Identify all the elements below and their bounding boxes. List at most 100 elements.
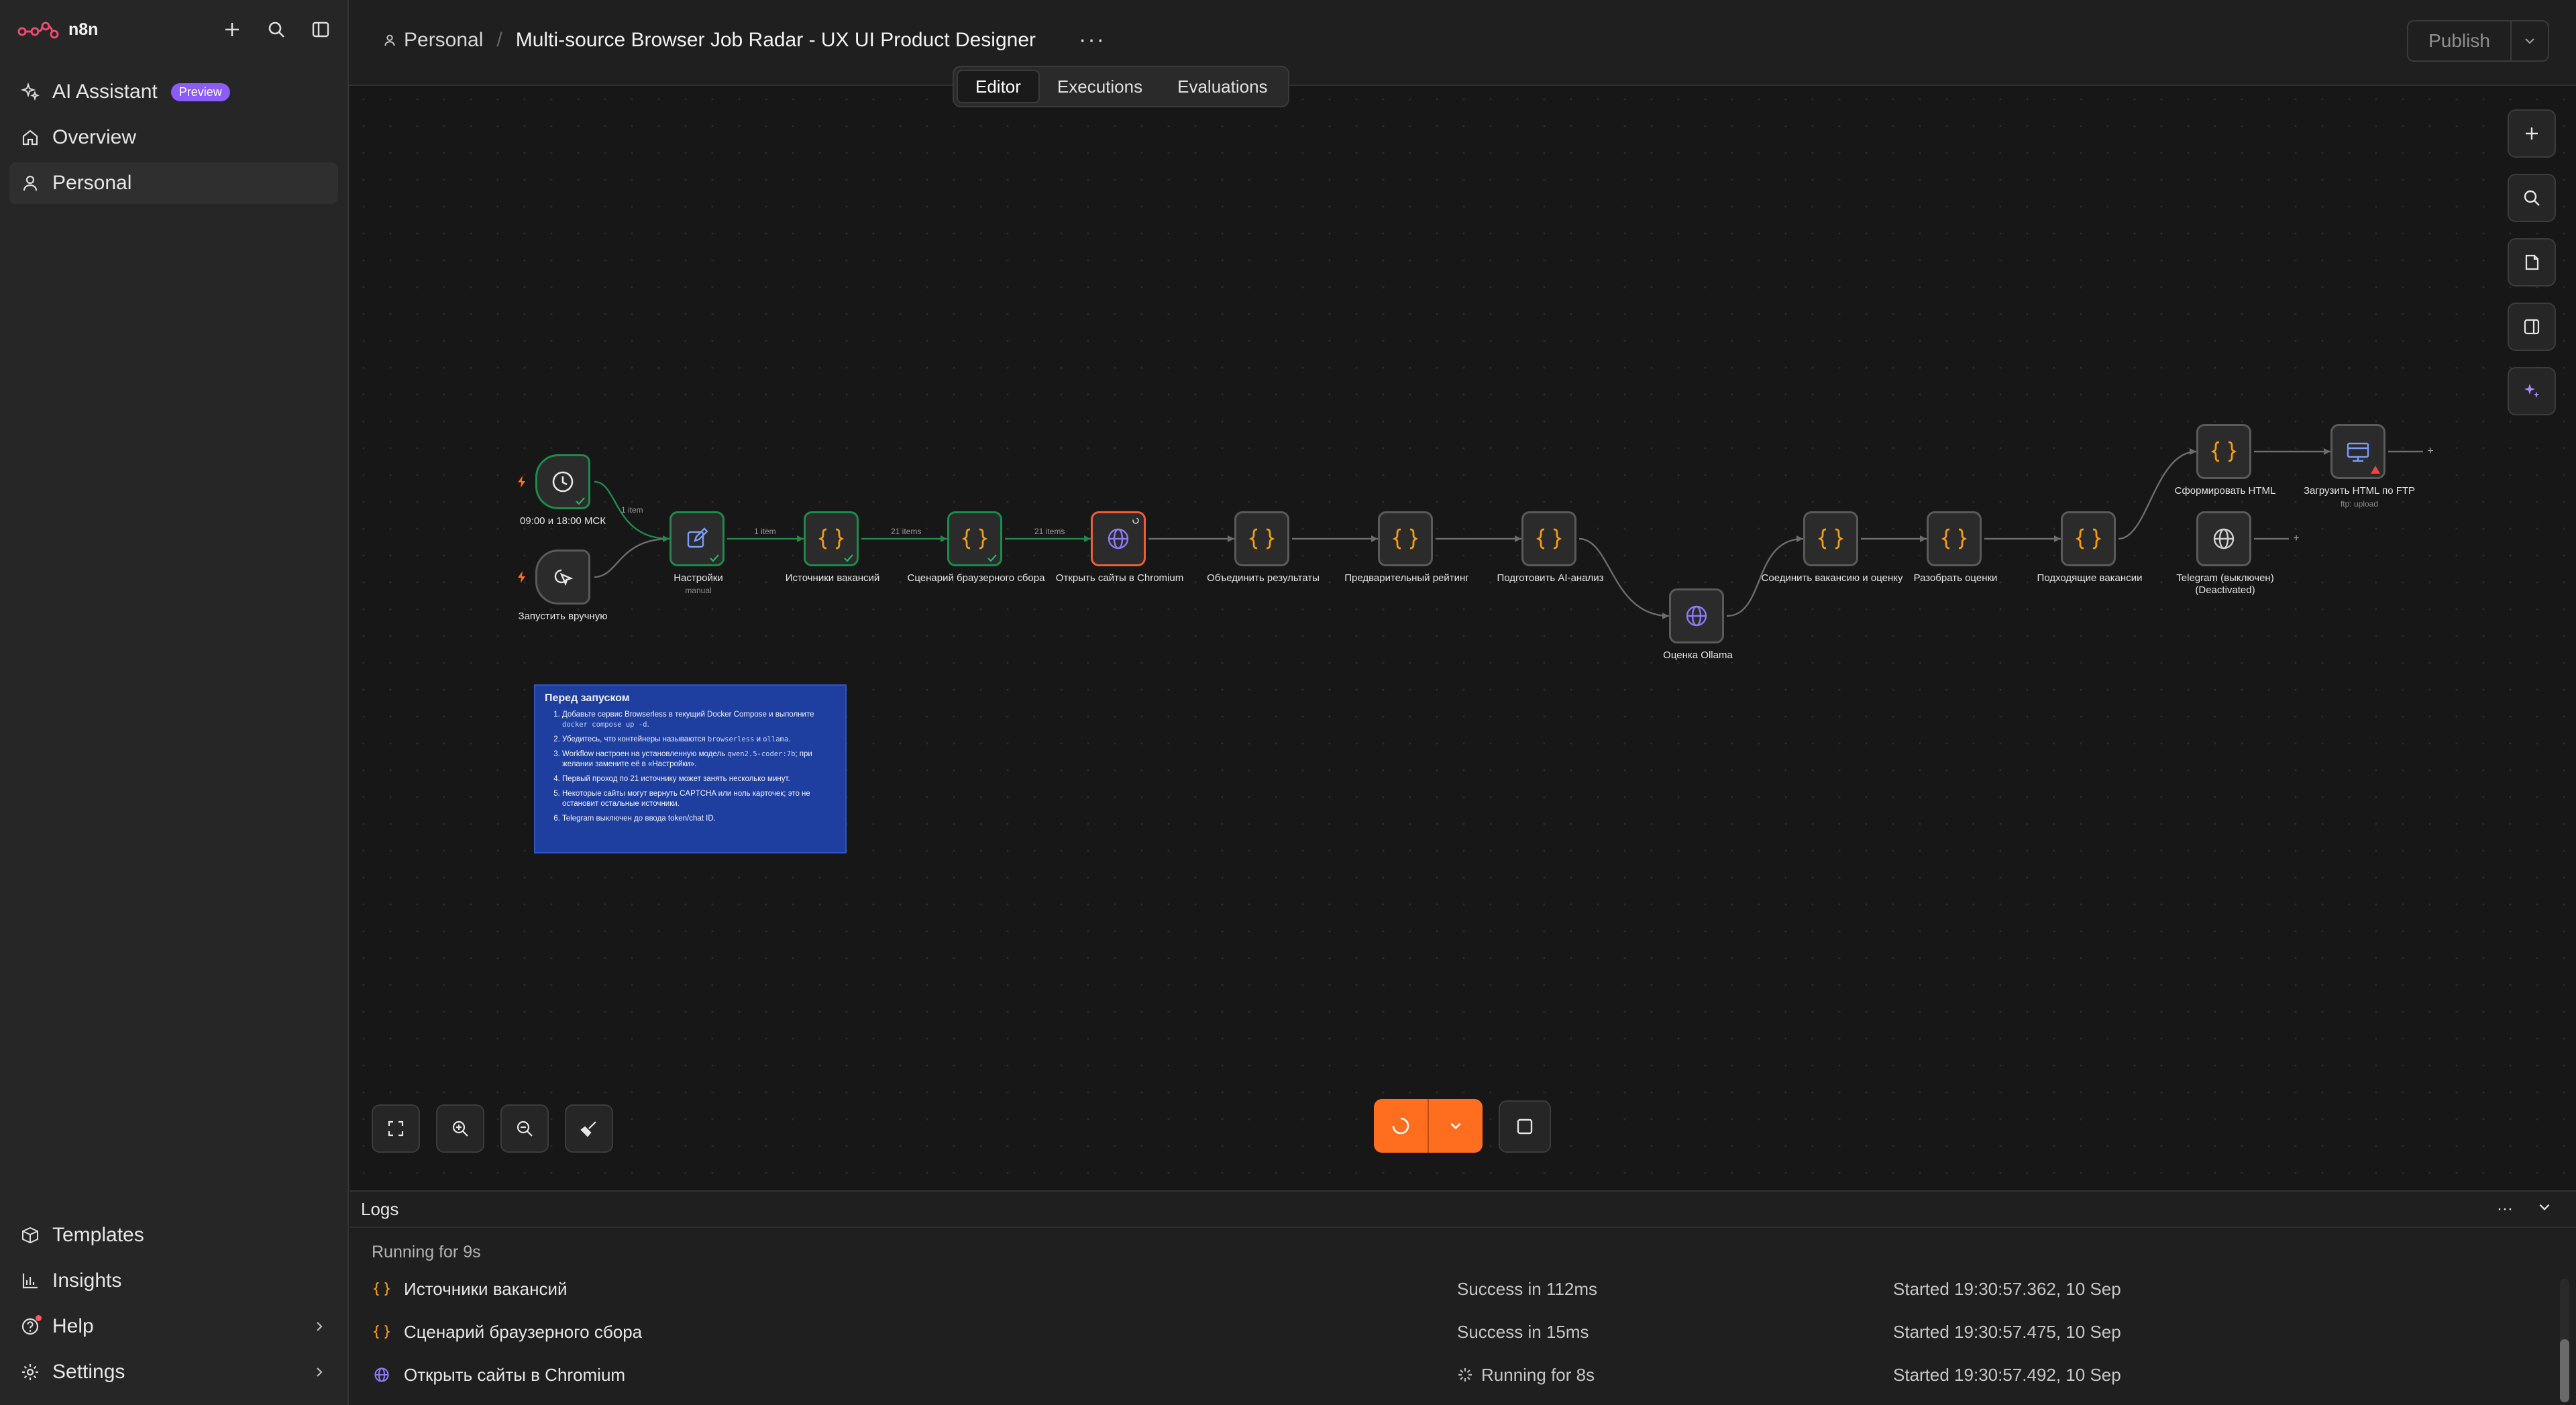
node-label: Настройки <box>674 572 723 584</box>
publish-button[interactable]: Publish <box>2408 21 2512 60</box>
node-subtitle: ftp: upload <box>2340 499 2379 509</box>
node-open-chromium[interactable] <box>1091 511 1146 566</box>
fit-view-button[interactable] <box>372 1104 420 1153</box>
node-build-html[interactable] <box>2196 424 2251 479</box>
logs-scrollbar-thumb[interactable] <box>2560 1339 2569 1402</box>
search-button[interactable] <box>263 16 290 43</box>
execute-options-button[interactable] <box>1429 1099 1483 1153</box>
log-node-name: Источники вакансий <box>404 1278 568 1299</box>
stop-execution-button[interactable] <box>1499 1100 1551 1153</box>
tab-executions[interactable]: Executions <box>1040 70 1160 103</box>
sidebar-item-overview[interactable]: Overview <box>9 117 338 158</box>
add-next-node-icon[interactable]: + <box>2292 533 2301 544</box>
node-suitable-vacancies[interactable] <box>2061 511 2116 566</box>
node-parse-scores[interactable] <box>1927 511 1982 566</box>
logs-collapse-button[interactable] <box>2537 1200 2552 1218</box>
logs-more-button[interactable]: ··· <box>2497 1200 2513 1218</box>
node-label: Сценарий браузерного сбора <box>907 572 1045 584</box>
node-telegram-deactivated[interactable] <box>2196 511 2251 566</box>
node-label: Объединить результаты <box>1207 572 1320 584</box>
log-status: Success in 112ms <box>1457 1278 1598 1299</box>
node-browser-scenario[interactable] <box>947 511 1002 566</box>
node-prepare-ai[interactable] <box>1521 511 1576 566</box>
zoom-in-icon <box>452 1121 468 1137</box>
sidebar-item-templates[interactable]: Templates <box>9 1214 338 1256</box>
sticky-item: Убедитесь, что контейнеры называются bro… <box>562 735 836 745</box>
log-row[interactable]: Открыть сайты в Chromium Running for 8s … <box>372 1358 2559 1392</box>
broom-icon <box>580 1121 596 1137</box>
node-settings[interactable] <box>669 511 724 566</box>
workflow-canvas[interactable]: 1 item 1 item 21 items 21 items 09:00 и … <box>350 86 2576 1190</box>
toggle-panel-button[interactable] <box>2508 303 2556 351</box>
logs-title: Logs <box>361 1198 399 1219</box>
node-ftp-upload[interactable] <box>2330 424 2385 479</box>
plus-icon <box>225 23 239 36</box>
sidebar-item-personal[interactable]: Personal <box>9 162 338 204</box>
pointer-click-icon <box>554 569 574 586</box>
search-nodes-button[interactable] <box>2508 174 2556 222</box>
connection-manual-settings <box>594 537 670 578</box>
node-label: Подготовить AI-анализ <box>1497 572 1604 584</box>
sidebar-item-ai-assistant[interactable]: AI Assistant Preview <box>9 71 338 113</box>
code-braces-icon <box>1941 528 1968 550</box>
breadcrumb-project[interactable]: Personal <box>382 29 483 52</box>
node-schedule-trigger[interactable] <box>535 454 590 509</box>
sidebar-item-insights[interactable]: Insights <box>9 1260 338 1302</box>
node-sources[interactable] <box>804 511 859 566</box>
sidebar-item-settings[interactable]: Settings <box>9 1351 338 1393</box>
connection-label: 1 item <box>621 505 643 515</box>
connection-label: 21 items <box>891 527 922 536</box>
node-ollama[interactable] <box>1669 588 1724 643</box>
add-node-button[interactable] <box>2508 109 2556 158</box>
trigger-bolt-icon <box>518 571 525 583</box>
node-merge-results[interactable] <box>1234 511 1289 566</box>
node-manual-trigger[interactable] <box>535 550 590 605</box>
tab-editor[interactable]: Editor <box>957 70 1040 103</box>
code-braces-icon <box>373 1324 390 1339</box>
tab-evaluations[interactable]: Evaluations <box>1160 70 1285 103</box>
code-braces-icon <box>961 528 988 550</box>
sidebar-item-help[interactable]: Help <box>9 1306 338 1347</box>
node-join-vacancy[interactable] <box>1803 511 1858 566</box>
spinner-icon <box>1132 517 1139 524</box>
zoom-in-button[interactable] <box>436 1104 484 1153</box>
workflow-more-button[interactable]: ··· <box>1079 27 1106 53</box>
code-braces-icon <box>818 528 845 550</box>
user-icon <box>384 34 395 46</box>
sparkles-icon <box>20 82 40 101</box>
publish-dropdown-button[interactable] <box>2512 21 2548 60</box>
ai-assistant-button[interactable] <box>2508 367 2556 415</box>
node-label: Источники вакансий <box>785 572 880 584</box>
connection-label: 1 item <box>754 527 776 536</box>
n8n-logo[interactable]: n8n <box>17 16 98 43</box>
add-next-node-icon[interactable]: + <box>2426 446 2435 457</box>
chevron-right-icon <box>317 1322 323 1331</box>
loading-spinner-icon <box>1392 1117 1409 1135</box>
sidebar-toggle-icon <box>312 21 329 38</box>
code-braces-icon <box>1817 528 1844 550</box>
panel-icon <box>2524 319 2540 335</box>
header: Personal / Multi-source Browser Job Rada… <box>349 0 2576 86</box>
add-button[interactable] <box>219 16 246 43</box>
tidy-up-button[interactable] <box>565 1104 613 1153</box>
sticky-note[interactable]: Перед запуском Добавьте сервис Browserle… <box>534 684 847 853</box>
log-row[interactable]: Сценарий браузерного сбора Success in 15… <box>372 1315 2559 1349</box>
log-row[interactable]: Источники вакансий Success in 112ms Star… <box>372 1272 2559 1306</box>
edit-pencil-icon <box>687 527 708 548</box>
workflow-name[interactable]: Multi-source Browser Job Radar - UX UI P… <box>516 29 1036 52</box>
logs-panel: Logs ··· Running for 9s Источники ваканс… <box>350 1190 2576 1405</box>
node-label: Оценка Ollama <box>1663 649 1733 661</box>
node-pre-rating[interactable] <box>1378 511 1433 566</box>
sidebar-item-label: Insights <box>52 1269 122 1292</box>
success-check-icon <box>987 554 997 562</box>
box-icon <box>22 1227 38 1244</box>
node-label: Загрузить HTML по FTP <box>2303 485 2416 497</box>
collapse-sidebar-button[interactable] <box>307 16 334 43</box>
log-started: Started 19:30:57.492, 10 Sep <box>1893 1364 2121 1385</box>
logs-scrollbar[interactable] <box>2560 1279 2569 1402</box>
execute-workflow-button[interactable] <box>1374 1099 1429 1153</box>
logs-header[interactable]: Logs ··· <box>350 1192 2576 1228</box>
add-sticky-button[interactable] <box>2508 238 2556 287</box>
zoom-out-button[interactable] <box>500 1104 549 1153</box>
logs-running-status: Running for 9s <box>372 1243 481 1261</box>
